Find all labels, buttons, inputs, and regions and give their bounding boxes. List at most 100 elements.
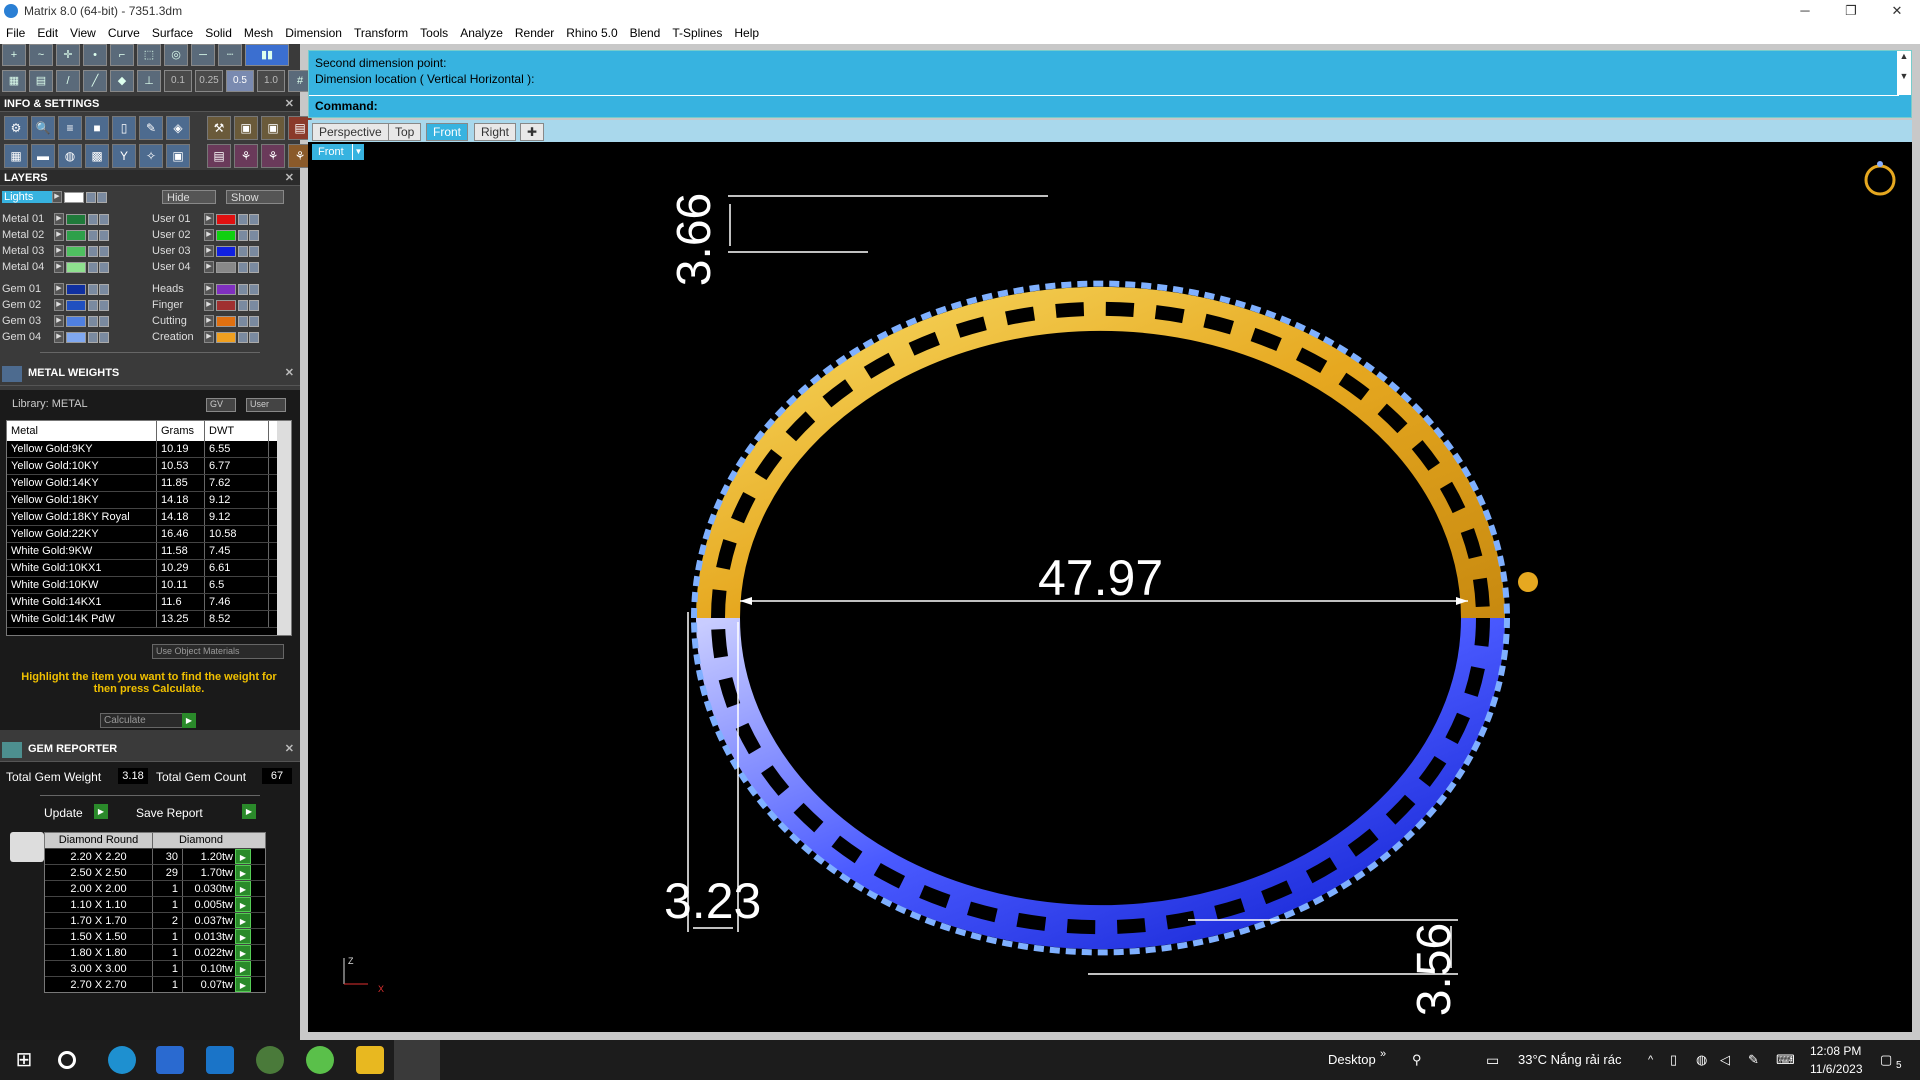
tool-b-icon[interactable]: ▣: [234, 116, 258, 140]
expand-icon[interactable]: ▶: [204, 261, 214, 273]
layer-name[interactable]: User 04: [152, 261, 204, 273]
tool-g-icon[interactable]: ⚘: [261, 144, 285, 168]
weather-icon[interactable]: ▭: [1486, 1040, 1499, 1080]
layer-row[interactable]: User 02 ▶: [152, 228, 260, 242]
layout-icon[interactable]: ▤: [29, 70, 53, 92]
tray-up-icon[interactable]: ^: [1648, 1040, 1653, 1080]
layer-name[interactable]: Creation: [152, 331, 204, 343]
dash-tool-icon[interactable]: ┄: [218, 44, 242, 66]
expand-icon[interactable]: ▶: [204, 299, 214, 311]
menu-curve[interactable]: Curve: [102, 26, 146, 40]
play-icon[interactable]: ▶: [235, 849, 251, 864]
network-icon[interactable]: ▯: [1670, 1040, 1677, 1080]
close-button[interactable]: ✕: [1874, 0, 1920, 22]
table-row[interactable]: 2.50 X 2.50 29 1.70tw ▶: [45, 864, 265, 880]
visibility-icon[interactable]: [249, 245, 259, 257]
expand-icon[interactable]: ▶: [54, 299, 64, 311]
command-line[interactable]: Command:: [309, 95, 1899, 115]
layer-name[interactable]: Gem 02: [2, 299, 54, 311]
splitter[interactable]: [40, 795, 260, 796]
visibility-icon[interactable]: [99, 213, 109, 225]
move-tool-icon[interactable]: ✛: [56, 44, 80, 66]
grid-size-01[interactable]: 0.1: [164, 70, 192, 92]
folder-icon[interactable]: [356, 1046, 384, 1074]
layer-color-swatch[interactable]: [216, 283, 236, 295]
menu-dimension[interactable]: Dimension: [279, 26, 348, 40]
layer-name[interactable]: Metal 04: [2, 261, 54, 273]
matrix-app-icon[interactable]: [394, 1040, 440, 1080]
slider-tool-icon[interactable]: ─: [191, 44, 215, 66]
visibility-icon[interactable]: [249, 229, 259, 241]
expand-icon[interactable]: ▶: [54, 315, 64, 327]
visibility-icon[interactable]: [99, 245, 109, 257]
close-icon[interactable]: ✕: [285, 738, 294, 760]
table-row[interactable]: Yellow Gold:9KY 10.19 6.55: [7, 441, 291, 458]
start-icon[interactable]: ⊞: [10, 1046, 38, 1074]
grid-tool-icon[interactable]: ▮▮: [245, 44, 289, 66]
layer-color-swatch[interactable]: [216, 213, 236, 225]
lights-row[interactable]: Lights ▶: [2, 190, 108, 204]
expand-icon[interactable]: ▶: [54, 213, 64, 225]
edit-icon[interactable]: ✎: [139, 116, 163, 140]
table-row[interactable]: White Gold:14KX1 11.6 7.46: [7, 594, 291, 611]
menu-mesh[interactable]: Mesh: [238, 26, 279, 40]
curve-tool-icon[interactable]: ~: [29, 44, 53, 66]
grid-size-1[interactable]: 1.0: [257, 70, 285, 92]
point-tool-icon[interactable]: +: [2, 44, 26, 66]
table-row[interactable]: 1.70 X 1.70 2 0.037tw ▶: [45, 912, 265, 928]
play-icon[interactable]: ▶: [235, 865, 251, 880]
diagonal-icon[interactable]: ╱: [83, 70, 107, 92]
visibility-icon[interactable]: [99, 299, 109, 311]
lock-icon[interactable]: [88, 299, 98, 311]
table-row[interactable]: White Gold:14K PdW 13.25 8.52: [7, 611, 291, 628]
visibility-icon[interactable]: [249, 213, 259, 225]
expand-icon[interactable]: ▶: [204, 213, 214, 225]
front-viewport[interactable]: Front ▼ 3.66 47.97 3.23 3.56 Z X: [308, 142, 1912, 1032]
lock-icon[interactable]: [238, 315, 248, 327]
update-play-icon[interactable]: ▶: [94, 804, 108, 819]
gem-icon[interactable]: ◈: [166, 116, 190, 140]
layer-color-swatch[interactable]: [216, 229, 236, 241]
layer-row[interactable]: User 04 ▶: [152, 260, 260, 274]
metal-table-scrollbar[interactable]: [277, 421, 291, 635]
grid-size-025[interactable]: 0.25: [195, 70, 223, 92]
layer-row[interactable]: Heads ▶: [152, 282, 260, 296]
layer-color-swatch[interactable]: [216, 261, 236, 273]
expand-icon[interactable]: ▶: [54, 331, 64, 343]
layer-name[interactable]: Heads: [152, 283, 204, 295]
user-toggle[interactable]: User: [246, 398, 286, 412]
chevron-icon[interactable]: »: [1380, 1034, 1386, 1074]
visibility-icon[interactable]: [99, 331, 109, 343]
shield-icon[interactable]: ◍: [1696, 1040, 1707, 1080]
save-report-button[interactable]: Save Report: [136, 806, 203, 820]
expand-icon[interactable]: ▶: [204, 315, 214, 327]
table-row[interactable]: 3.00 X 3.00 1 0.10tw ▶: [45, 960, 265, 976]
layer-row[interactable]: Finger ▶: [152, 298, 260, 312]
mail-icon[interactable]: [206, 1046, 234, 1074]
layer-name[interactable]: Cutting: [152, 315, 204, 327]
expand-icon[interactable]: ▶: [204, 331, 214, 343]
table-row[interactable]: 2.20 X 2.20 30 1.20tw ▶: [45, 848, 265, 864]
maximize-button[interactable]: ❐: [1828, 0, 1874, 22]
clock-date[interactable]: 11/6/2023: [1810, 1062, 1863, 1076]
menu-render[interactable]: Render: [509, 26, 560, 40]
app-icon[interactable]: [306, 1046, 334, 1074]
visibility-icon[interactable]: [99, 283, 109, 295]
close-icon[interactable]: ✕: [285, 170, 294, 186]
settings-icon[interactable]: ⚙: [4, 116, 28, 140]
globe-icon[interactable]: ◍: [58, 144, 82, 168]
layer-row[interactable]: Creation ▶: [152, 330, 260, 344]
expand-icon[interactable]: ▶: [54, 283, 64, 295]
volume-icon[interactable]: ◁: [1720, 1040, 1730, 1080]
layer-name[interactable]: Gem 04: [2, 331, 54, 343]
minimize-button[interactable]: ─: [1782, 0, 1828, 22]
expand-icon[interactable]: ▶: [54, 261, 64, 273]
table-row[interactable]: 1.10 X 1.10 1 0.005tw ▶: [45, 896, 265, 912]
play-icon[interactable]: ▶: [182, 713, 196, 728]
select-tool-icon[interactable]: ⬚: [137, 44, 161, 66]
visibility-icon[interactable]: [249, 283, 259, 295]
pen-icon[interactable]: /: [56, 70, 80, 92]
pen-icon[interactable]: ✎: [1748, 1040, 1759, 1080]
lock-icon[interactable]: [88, 245, 98, 257]
layer-row[interactable]: Metal 04 ▶: [2, 260, 110, 274]
